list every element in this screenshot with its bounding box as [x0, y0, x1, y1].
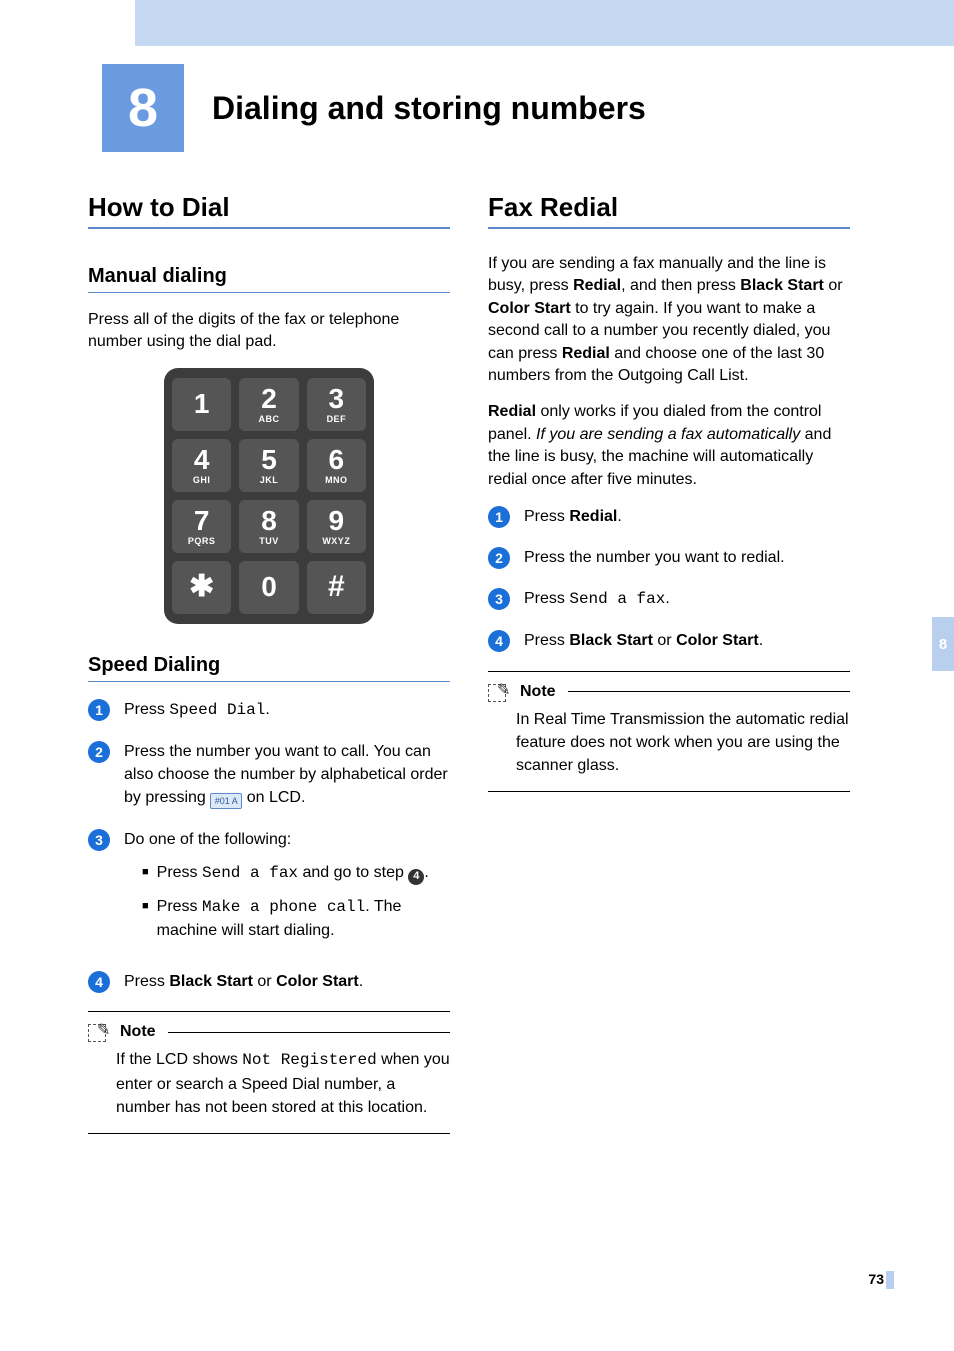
left-column: How to Dial Manual dialing Press all of …: [88, 192, 450, 1134]
key-hash: #: [307, 561, 366, 614]
speed-step-1: 1 Press Speed Dial.: [88, 698, 450, 722]
lcd-sort-icon: #01 A: [210, 793, 242, 809]
step-badge-3: 3: [88, 829, 110, 851]
chapter-header: 8 Dialing and storing numbers: [0, 64, 954, 152]
fax-redial-steps: 1 Press Redial. 2 Press the number you w…: [488, 505, 850, 653]
key-3: 3DEF: [307, 378, 366, 431]
key-6: 6MNO: [307, 439, 366, 492]
note-body: In Real Time Transmission the automatic …: [488, 708, 850, 778]
step-badge-2: 2: [488, 547, 510, 569]
section-how-to-dial: How to Dial: [88, 192, 450, 229]
redial-step-3: 3 Press Send a fax.: [488, 587, 850, 611]
note-body: If the LCD shows Not Registered when you…: [88, 1048, 450, 1119]
page-number-bar: [886, 1271, 894, 1289]
inline-step-ref-4: 4: [408, 869, 424, 885]
speed-step-2: 2 Press the number you want to call. You…: [88, 740, 450, 810]
speed-dial-steps: 1 Press Speed Dial. 2 Press the number y…: [88, 698, 450, 994]
note-label: Note: [520, 683, 556, 701]
right-column: Fax Redial If you are sending a fax manu…: [488, 192, 850, 1134]
page-number: 73: [868, 1271, 884, 1287]
fax-redial-note: Note In Real Time Transmission the autom…: [488, 671, 850, 793]
speed-dial-note: Note If the LCD shows Not Registered whe…: [88, 1011, 450, 1134]
redial-step-2: 2 Press the number you want to redial.: [488, 546, 850, 569]
step-badge-2: 2: [88, 741, 110, 763]
note-icon: [488, 682, 514, 702]
fax-redial-p1: If you are sending a fax manually and th…: [488, 253, 850, 387]
note-rule: [568, 691, 850, 692]
step-badge-3: 3: [488, 588, 510, 610]
key-2: 2ABC: [239, 378, 298, 431]
key-4: 4GHI: [172, 439, 231, 492]
key-7: 7PQRS: [172, 500, 231, 553]
key-5: 5JKL: [239, 439, 298, 492]
key-star: ✱: [172, 561, 231, 614]
page-body: How to Dial Manual dialing Press all of …: [0, 152, 860, 1134]
step-badge-1: 1: [88, 699, 110, 721]
dialpad-illustration: 1 2ABC 3DEF 4GHI 5JKL 6MNO 7PQRS 8TUV 9W…: [164, 368, 374, 624]
chapter-title: Dialing and storing numbers: [212, 90, 646, 127]
section-fax-redial: Fax Redial: [488, 192, 850, 229]
manual-dialing-text: Press all of the digits of the fax or te…: [88, 309, 450, 354]
speed-step-3b: Press Make a phone call. The machine wil…: [124, 895, 450, 942]
note-rule: [168, 1032, 450, 1033]
key-8: 8TUV: [239, 500, 298, 553]
note-icon: [88, 1022, 114, 1042]
key-9: 9WXYZ: [307, 500, 366, 553]
chapter-number: 8: [102, 64, 184, 152]
subsection-manual-dialing: Manual dialing: [88, 265, 450, 293]
speed-step-3: 3 Do one of the following: Press Send a …: [88, 828, 450, 953]
redial-step-1: 1 Press Redial.: [488, 505, 850, 528]
speed-step-4: 4 Press Black Start or Color Start.: [88, 970, 450, 993]
redial-step-4: 4 Press Black Start or Color Start.: [488, 629, 850, 652]
note-label: Note: [120, 1023, 156, 1041]
key-0: 0: [239, 561, 298, 614]
step-badge-4: 4: [88, 971, 110, 993]
header-strip: [135, 0, 954, 46]
header-bar: [0, 0, 954, 46]
speed-step-3a: Press Send a fax and go to step 4.: [124, 861, 450, 885]
side-chapter-tab: 8: [932, 617, 954, 671]
step-badge-4: 4: [488, 630, 510, 652]
step-badge-1: 1: [488, 506, 510, 528]
key-1: 1: [172, 378, 231, 431]
subsection-speed-dialing: Speed Dialing: [88, 654, 450, 682]
fax-redial-p2: Redial only works if you dialed from the…: [488, 401, 850, 491]
